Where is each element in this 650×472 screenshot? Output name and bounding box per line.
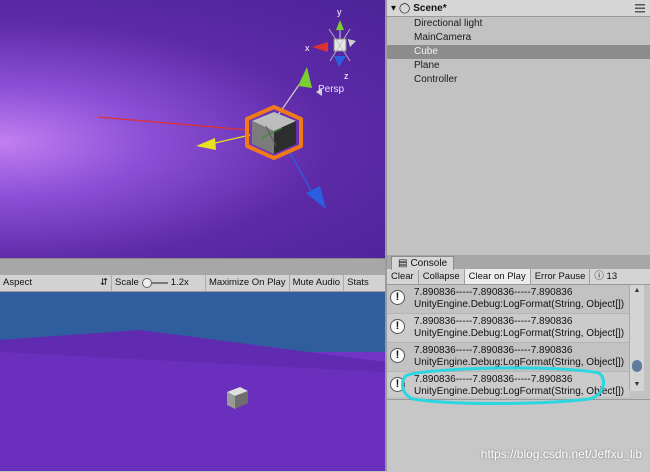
info-icon: !	[390, 348, 405, 363]
scene-name: Scene*	[413, 2, 447, 14]
game-viewport[interactable]	[0, 292, 385, 471]
scale-value: 1.2x	[170, 277, 189, 288]
scale-slider-handle[interactable]	[141, 278, 152, 288]
menu-icon[interactable]	[634, 3, 646, 13]
hierarchy-panel: ▾ ◯ Scene* Directional light MainCamera Cu…	[387, 0, 650, 255]
scene-viewport[interactable]: y x z	[0, 0, 385, 258]
hierarchy-list: Directional light MainCamera Cube Plane Cont…	[387, 17, 650, 87]
scroll-up-icon[interactable]: ▲	[632, 287, 642, 295]
selected-cube[interactable]	[245, 105, 303, 160]
console-log-entry[interactable]: ! 7.890836-----7.890836-----7.890836 Unity…	[387, 372, 629, 397]
log-message: 7.890836-----7.890836-----7.890836	[414, 316, 573, 327]
log-stacktrace: UnityEngine.Debug:LogFormat(String, Obje…	[414, 386, 625, 397]
game-view[interactable]	[0, 292, 385, 471]
watermark: https://blog.csdn.net/Jeffxu_lib	[480, 447, 642, 461]
stats-button[interactable]: Stats	[344, 275, 372, 291]
collapse-button[interactable]: Collapse	[419, 269, 465, 284]
hierarchy-item[interactable]: Controller	[387, 73, 650, 87]
console-scrollbar[interactable]: ▲ ▼	[629, 285, 644, 391]
scale-label: Scale	[115, 277, 139, 288]
info-icon: ⓘ	[594, 271, 604, 282]
dropdown-arrow-icon: ⇵	[100, 277, 108, 288]
console-icon: ▤	[398, 258, 408, 269]
game-toolbar: Aspect ⇵ Scale 1.2x Maximize On Play Mut…	[0, 275, 385, 292]
console-tab-bar: ▤ Console	[387, 255, 650, 270]
info-count: 13	[606, 271, 618, 282]
y-axis-arrow[interactable]	[298, 67, 312, 88]
console-log-entry[interactable]: ! 7.890836-----7.890836-----7.890836 Unity…	[387, 343, 629, 372]
gizmo-z-label: z	[344, 71, 349, 81]
log-message: 7.890836-----7.890836-----7.890836	[414, 374, 573, 385]
aspect-dropdown[interactable]: Aspect ⇵	[0, 275, 112, 291]
clear-button[interactable]: Clear	[387, 269, 419, 284]
console-toolbar: Clear Collapse Clear on Play Error Pause…	[387, 269, 650, 285]
log-message: 7.890836-----7.890836-----7.890836	[414, 287, 573, 298]
scale-slider-group: Scale 1.2x	[112, 275, 206, 291]
yellow-axis-arrow[interactable]	[196, 138, 216, 150]
scroll-down-icon[interactable]: ▼	[632, 381, 642, 389]
x-axis-line	[97, 116, 249, 131]
log-stacktrace: UnityEngine.Debug:LogFormat(String, Obje…	[414, 357, 625, 368]
console-tab-label: Console	[410, 258, 448, 269]
persp-label[interactable]: Persp	[318, 84, 344, 95]
log-stacktrace: UnityEngine.Debug:LogFormat(String, Obje…	[414, 299, 625, 310]
console-detail-area[interactable]	[387, 399, 650, 472]
aspect-label: Aspect	[3, 277, 33, 288]
gizmo-x-label: x	[305, 43, 310, 53]
unity-scene-icon: ◯	[399, 2, 411, 14]
scale-slider[interactable]	[141, 278, 168, 288]
console-log-entry[interactable]: ! 7.890836-----7.890836-----7.890836 Unity…	[387, 314, 629, 343]
log-stacktrace: UnityEngine.Debug:LogFormat(String, Obje…	[414, 328, 625, 339]
clear-on-play-button[interactable]: Clear on Play	[464, 269, 531, 284]
hierarchy-item[interactable]: Directional light	[387, 17, 650, 31]
console-panel: ▤ Console Clear Collapse Clear on Play E…	[387, 255, 650, 472]
info-icon: !	[390, 377, 405, 392]
console-log-list: ! 7.890836-----7.890836-----7.890836 Unity…	[387, 285, 629, 397]
yellow-axis-line	[214, 134, 251, 144]
scene-view[interactable]: y x z Persp	[0, 0, 385, 258]
info-filter-button[interactable]: ⓘ 13	[590, 269, 621, 284]
tab-console[interactable]: ▤ Console	[391, 256, 455, 270]
maximize-on-play-button[interactable]: Maximize On Play	[206, 275, 290, 291]
game-tab-bar	[0, 258, 385, 275]
z-axis-arrow[interactable]	[306, 186, 326, 209]
console-log-entry[interactable]: ! 7.890836-----7.890836-----7.890836 Unity…	[387, 285, 629, 314]
hierarchy-scene-header[interactable]: ▾ ◯ Scene*	[387, 0, 650, 17]
mute-audio-button[interactable]: Mute Audio	[290, 275, 345, 291]
hierarchy-item[interactable]: MainCamera	[387, 31, 650, 45]
hierarchy-item[interactable]: Cube	[387, 45, 650, 59]
error-pause-button[interactable]: Error Pause	[531, 269, 591, 284]
log-message: 7.890836-----7.890836-----7.890836	[414, 345, 573, 356]
scrollbar-thumb[interactable]	[632, 360, 642, 372]
info-icon: !	[390, 319, 405, 334]
collapse-arrow-icon[interactable]: ▾	[391, 3, 396, 14]
hierarchy-item[interactable]: Plane	[387, 59, 650, 73]
z-axis-line	[289, 152, 312, 191]
info-icon: !	[390, 290, 405, 305]
gizmo-y-label: y	[337, 7, 342, 17]
